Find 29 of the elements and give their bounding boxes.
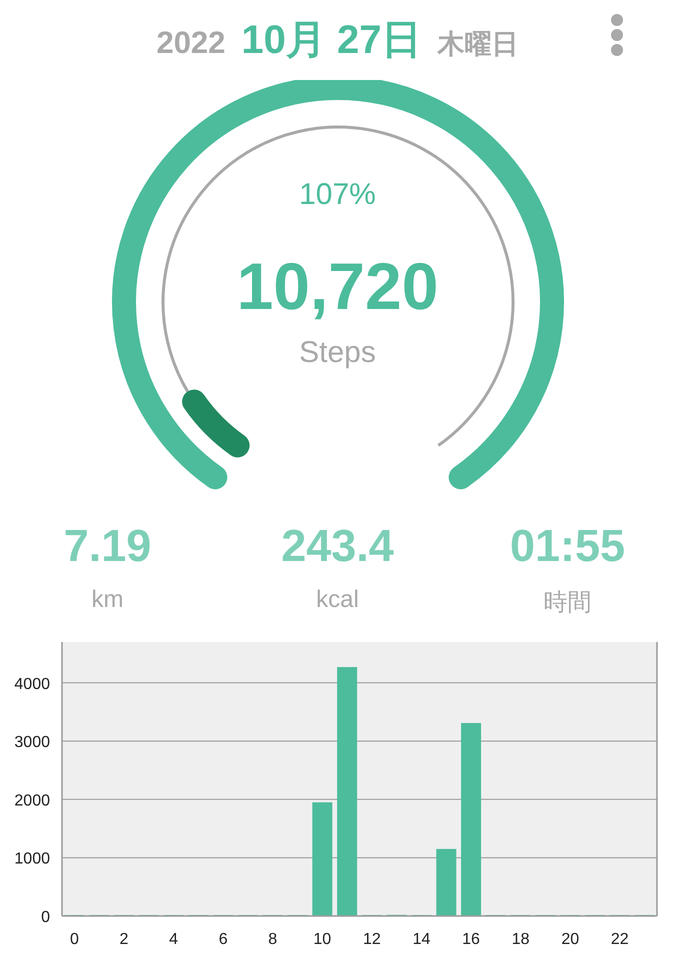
stat-value: 01:55 bbox=[510, 520, 626, 572]
x-tick-label: 18 bbox=[512, 931, 530, 948]
x-tick-label: 20 bbox=[561, 931, 580, 948]
y-tick-label: 4000 bbox=[14, 676, 50, 693]
y-tick-label: 0 bbox=[41, 909, 50, 926]
x-tick-label: 0 bbox=[70, 931, 79, 948]
weekday-text: 木曜日 bbox=[438, 28, 519, 61]
stat-value: 243.4 bbox=[281, 520, 394, 572]
x-tick-label: 2 bbox=[120, 931, 128, 948]
x-tick-label: 12 bbox=[363, 931, 381, 948]
x-tick-label: 4 bbox=[169, 931, 178, 948]
stat-value: 7.19 bbox=[64, 520, 152, 572]
x-tick-label: 6 bbox=[218, 931, 228, 948]
x-tick-label: 8 bbox=[268, 931, 278, 948]
x-tick-label: 14 bbox=[412, 931, 430, 948]
step-count: 10,720 bbox=[236, 248, 438, 324]
steps-label: Steps bbox=[299, 336, 376, 370]
y-tick-label: 1000 bbox=[14, 850, 50, 868]
x-tick-label: 10 bbox=[313, 931, 332, 948]
date-text: 10月 27日 bbox=[241, 17, 422, 64]
goal-percent: 107% bbox=[299, 178, 376, 212]
year-text: 2022 bbox=[156, 25, 226, 61]
x-tick-label: 22 bbox=[610, 931, 629, 948]
stat-label: km bbox=[92, 586, 124, 614]
y-tick-label: 3000 bbox=[14, 734, 50, 752]
x-tick-label: 16 bbox=[462, 931, 480, 948]
y-tick-label: 2000 bbox=[14, 792, 50, 810]
stat-label: kcal bbox=[316, 586, 359, 614]
stat-label: 時間 bbox=[544, 588, 592, 618]
